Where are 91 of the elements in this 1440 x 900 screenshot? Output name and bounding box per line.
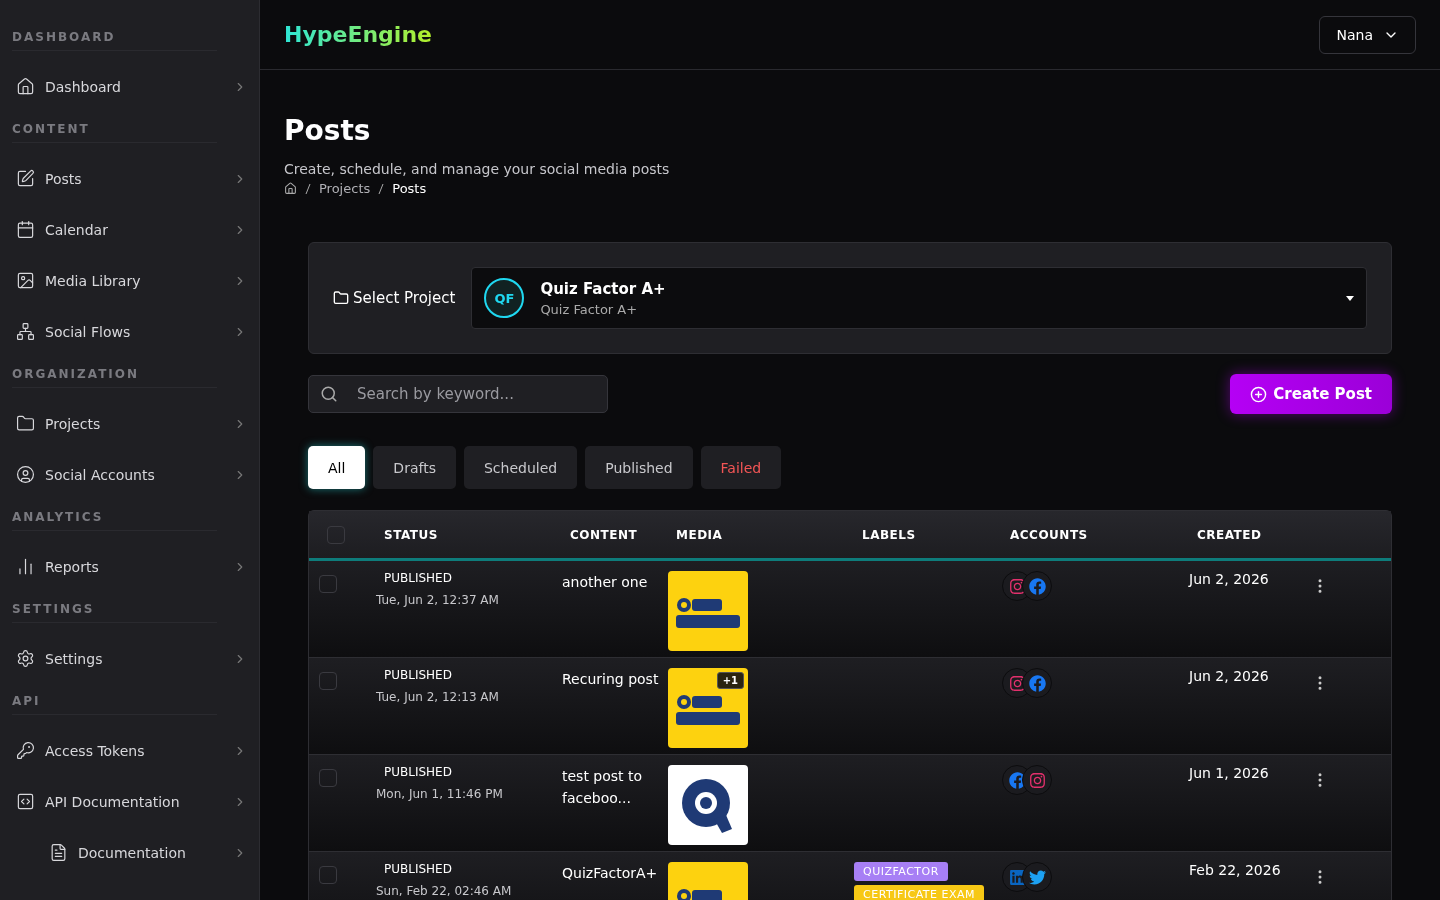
filter-tab[interactable]: Failed: [700, 446, 782, 489]
post-time: Sun, Feb 22, 02:46 AM: [376, 884, 513, 898]
column-header: STATUS: [384, 527, 439, 542]
separator-icon: [378, 182, 385, 195]
section-heading: ANALYTICS: [12, 510, 217, 531]
row-checkbox[interactable]: [319, 672, 337, 690]
facebook-icon: [1028, 577, 1046, 595]
section-heading: DASHBOARD: [12, 30, 217, 51]
created-date: Jun 2, 2026: [1189, 668, 1269, 686]
sidebar-item[interactable]: API Documentation: [12, 776, 247, 827]
sidebar-item[interactable]: Calendar: [12, 204, 247, 255]
sidebar-item[interactable]: Reports: [12, 541, 247, 592]
status-text: PUBLISHED: [384, 765, 453, 779]
bar-chart-icon: [16, 557, 35, 576]
user-menu-button[interactable]: Nana: [1319, 15, 1416, 54]
breadcrumb-link[interactable]: Posts: [392, 181, 427, 196]
search-field[interactable]: Search by keyword...: [308, 375, 608, 413]
row-checkbox[interactable]: [319, 866, 337, 884]
user-icon: [16, 465, 35, 484]
page-subtitle: Create, schedule, and manage your social media posts: [284, 161, 671, 177]
home-icon[interactable]: [284, 182, 297, 195]
post-time: Tue, Jun 2, 12:13 AM: [376, 690, 500, 704]
post-content: another one: [562, 573, 649, 592]
folder-icon: [16, 414, 35, 433]
column-header: CONTENT: [570, 527, 639, 542]
filter-tab[interactable]: All: [308, 446, 366, 489]
sidebar-item[interactable]: Social Accounts: [12, 449, 247, 500]
status-text: PUBLISHED: [384, 571, 453, 585]
edit-icon: [16, 169, 35, 188]
row-checkbox[interactable]: [319, 575, 337, 593]
sidebar-item[interactable]: Social Flows: [12, 306, 247, 357]
status-text: PUBLISHED: [384, 862, 453, 876]
sidebar-item[interactable]: Dashboard: [12, 61, 247, 112]
project-name: Quiz Factor A+: [540, 279, 666, 298]
project-select[interactable]: QF Quiz Factor A+ Quiz Factor A+: [471, 267, 1367, 329]
instagram-icon: [1008, 674, 1026, 692]
document-icon: [49, 843, 68, 862]
create-post-button[interactable]: Create Post: [1230, 374, 1392, 414]
section-heading: API: [12, 694, 217, 715]
twitter-icon: [1028, 868, 1046, 886]
sidebar-item[interactable]: Documentation: [12, 827, 247, 878]
caret-icon: [1346, 295, 1354, 301]
label-tag: QUIZFACTOR: [854, 862, 948, 881]
image-icon: [16, 271, 35, 290]
filter-tab[interactable]: Drafts: [373, 446, 456, 489]
created-date: Jun 1, 2026: [1189, 765, 1269, 783]
column-header: LABELS: [862, 527, 917, 542]
separator-icon: [305, 182, 311, 195]
filter-tab[interactable]: Scheduled: [463, 446, 578, 489]
sidebar-item[interactable]: Posts: [12, 153, 247, 204]
project-description: Quiz Factor A+: [540, 301, 639, 317]
column-header: ACCOUNTS: [1010, 527, 1089, 542]
section-heading: SETTINGS: [12, 602, 217, 623]
instagram-icon: [1008, 577, 1026, 595]
post-time: Tue, Jun 2, 12:37 AM: [376, 593, 500, 607]
sidebar-item[interactable]: Settings: [12, 633, 247, 684]
page-title: Posts: [284, 114, 372, 147]
select-all-checkbox[interactable]: [327, 525, 345, 544]
label-tag: CERTIFICATE EXAM: [854, 885, 985, 900]
sidebar-item[interactable]: Media Library: [12, 255, 247, 306]
plus-icon: [1250, 385, 1268, 403]
select-project-label: Select Project: [333, 289, 456, 307]
status-text: PUBLISHED: [384, 668, 453, 682]
post-content: QuizFactorA+: [562, 864, 659, 883]
facebook-icon: [1028, 674, 1046, 692]
column-header: CREATED: [1197, 527, 1263, 542]
row-checkbox[interactable]: [319, 769, 337, 787]
code-icon: [16, 792, 35, 811]
network-icon: [16, 322, 35, 341]
project-avatar: QF: [484, 278, 525, 318]
column-header: MEDIA: [676, 527, 724, 542]
sidebar-item[interactable]: Projects: [12, 398, 247, 449]
linkedin-icon: [1008, 868, 1026, 886]
search-icon: [320, 385, 338, 403]
section-heading: ORGANIZATION: [12, 367, 217, 388]
breadcrumb-link[interactable]: Projects: [319, 181, 371, 196]
section-heading: CONTENT: [12, 122, 217, 143]
post-time: Mon, Jun 1, 11:46 PM: [376, 787, 504, 801]
home-icon: [16, 77, 35, 96]
settings-icon: [16, 649, 35, 668]
folder-icon: [333, 290, 349, 306]
post-content: test post to faceboo...: [562, 767, 644, 808]
filter-tab[interactable]: Published: [585, 446, 693, 489]
post-content: Recuring post: [562, 670, 660, 689]
key-icon: [16, 741, 35, 760]
created-date: Feb 22, 2026: [1189, 862, 1281, 880]
sidebar-item[interactable]: Access Tokens: [12, 725, 247, 776]
count-badge: +1: [716, 672, 744, 689]
instagram-icon: [1028, 771, 1046, 789]
created-date: Jun 2, 2026: [1189, 571, 1269, 589]
calendar-icon: [16, 220, 35, 239]
